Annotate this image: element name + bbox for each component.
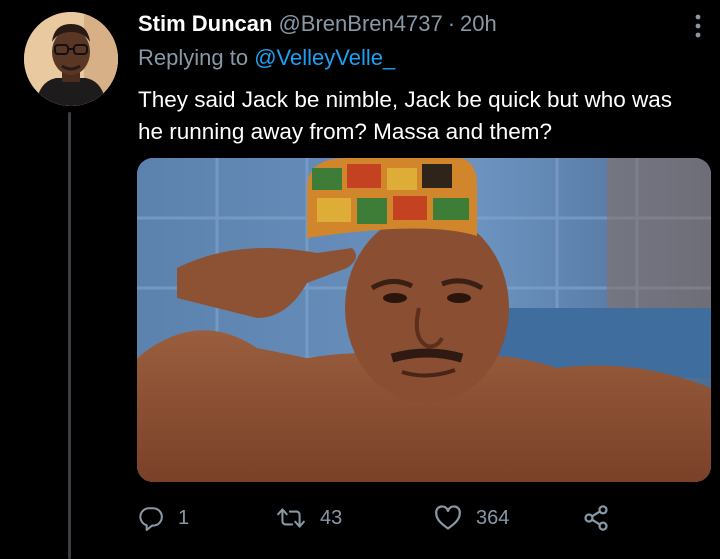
tweet-actions-bar: 1 43 364 xyxy=(138,500,698,536)
replying-to-line: Replying to @VelleyVelle_ xyxy=(138,44,395,72)
share-nodes-icon xyxy=(584,505,608,531)
replying-to-label: Replying to xyxy=(138,45,249,70)
retweet-button[interactable]: 43 xyxy=(276,500,342,536)
replying-to-mention[interactable]: @VelleyVelle_ xyxy=(254,45,395,70)
heart-icon xyxy=(435,505,461,530)
avatar[interactable] xyxy=(24,12,118,106)
more-options-button[interactable] xyxy=(694,14,702,38)
more-vertical-icon xyxy=(695,14,701,38)
avatar-photo xyxy=(24,12,118,106)
like-button[interactable]: 364 xyxy=(434,500,509,536)
retweet-count: 43 xyxy=(320,506,343,529)
tweet-header: Stim Duncan @BrenBren4737 · 20h xyxy=(138,10,680,40)
media-photo xyxy=(137,158,711,482)
tweet-timestamp[interactable]: 20h xyxy=(460,10,497,38)
speech-bubble-icon xyxy=(139,507,163,531)
display-name[interactable]: Stim Duncan xyxy=(138,10,272,38)
header-separator: · xyxy=(447,11,456,36)
like-count: 364 xyxy=(476,506,510,529)
share-button[interactable] xyxy=(582,500,610,536)
reply-count: 1 xyxy=(178,506,190,529)
retweet-arrows-icon xyxy=(277,508,305,528)
reply-button[interactable]: 1 xyxy=(138,500,189,536)
tweet-media-image[interactable] xyxy=(137,158,711,482)
tweet-text: They said Jack be nimble, Jack be quick … xyxy=(138,87,673,144)
thread-line xyxy=(68,112,71,559)
user-handle[interactable]: @BrenBren4737 xyxy=(278,10,442,38)
